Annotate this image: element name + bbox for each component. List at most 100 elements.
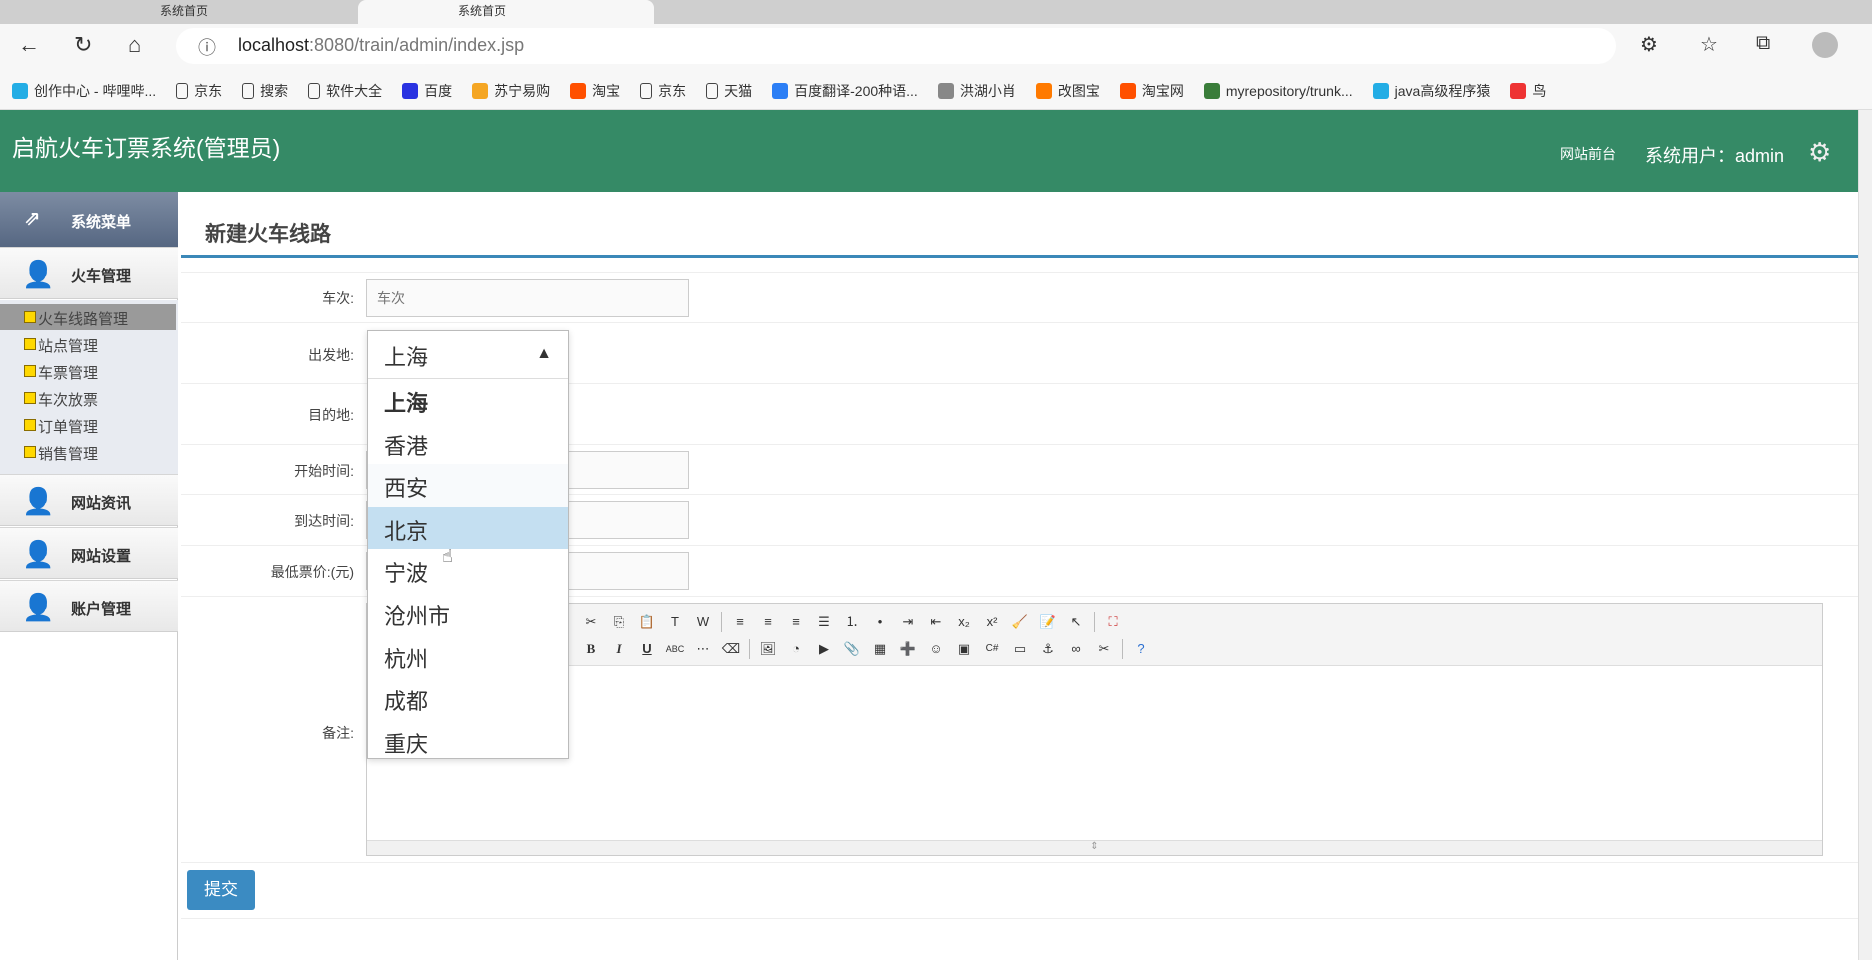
- subscript-icon[interactable]: x₂: [954, 612, 974, 632]
- bold-icon[interactable]: B: [581, 639, 601, 659]
- option[interactable]: 宁波: [368, 549, 568, 592]
- favorites-icon[interactable]: ☆: [1700, 32, 1718, 57]
- option[interactable]: 重庆: [368, 720, 568, 763]
- bookmark-item[interactable]: 创作中心 - 哔哩哔...: [12, 81, 156, 101]
- option[interactable]: 成都: [368, 677, 568, 720]
- option[interactable]: 西安: [368, 464, 568, 507]
- item-label: 订单管理: [38, 419, 99, 436]
- bookmark-item[interactable]: 百度: [402, 81, 452, 101]
- option[interactable]: 沧州市: [368, 592, 568, 635]
- sidebar-group-train[interactable]: 👤 火车管理: [0, 247, 178, 299]
- bookmark-item[interactable]: 淘宝: [570, 81, 620, 101]
- option[interactable]: 杭州: [368, 635, 568, 678]
- sidebar-item-order[interactable]: 订单管理: [20, 412, 174, 438]
- sidebar-item-route[interactable]: 火车线路管理: [0, 304, 176, 330]
- bookmark-item[interactable]: myrepository/trunk...: [1203, 82, 1353, 99]
- divider: [181, 862, 1858, 863]
- copy-icon[interactable]: ⎘: [609, 612, 629, 632]
- bookmark-item[interactable]: 百度翻译-200种语...: [772, 81, 918, 101]
- extensions-icon[interactable]: ⚙: [1640, 32, 1658, 57]
- bookmark-item[interactable]: 京东: [640, 81, 686, 101]
- browser-tab-active[interactable]: 系统首页: [358, 0, 654, 24]
- align-center-icon[interactable]: ≡: [758, 612, 778, 632]
- superscript-icon[interactable]: x²: [982, 612, 1002, 632]
- option[interactable]: 香港: [368, 422, 568, 465]
- page-break-icon[interactable]: ▭: [1010, 639, 1030, 659]
- train-no-input[interactable]: [366, 279, 689, 317]
- code-icon[interactable]: C#: [982, 639, 1002, 659]
- menu-icon: ⇗: [24, 208, 41, 230]
- italic-icon[interactable]: I: [609, 639, 629, 659]
- unlink-icon[interactable]: ✂: [1094, 639, 1114, 659]
- sidebar-item-release[interactable]: 车次放票: [20, 385, 174, 411]
- collections-icon[interactable]: ⧉: [1756, 32, 1770, 55]
- link-icon[interactable]: ∞: [1066, 639, 1086, 659]
- bookmark-item[interactable]: 改图宝: [1035, 81, 1100, 101]
- refresh-icon[interactable]: ↻: [74, 32, 92, 58]
- bookmark-item[interactable]: java高级程序猿: [1372, 81, 1490, 101]
- submit-button[interactable]: 提交: [187, 870, 255, 910]
- unordered-list-icon[interactable]: •: [870, 612, 890, 632]
- indent-icon[interactable]: ⇥: [898, 612, 918, 632]
- sidebar-item-station[interactable]: 站点管理: [20, 331, 174, 357]
- insert-row-icon[interactable]: ➕: [898, 639, 918, 659]
- home-icon[interactable]: ⌂: [128, 32, 141, 58]
- user-icon: 👤: [22, 592, 55, 622]
- item-label: 销售管理: [38, 446, 99, 463]
- fullscreen-icon[interactable]: ⛶: [1103, 612, 1123, 632]
- bookmark-item[interactable]: 鸟: [1510, 81, 1546, 101]
- align-left-icon[interactable]: ≡: [730, 612, 750, 632]
- align-right-icon[interactable]: ≡: [786, 612, 806, 632]
- page-icon: [640, 82, 653, 99]
- sidebar-group-account[interactable]: 👤 账户管理: [0, 580, 178, 632]
- table-icon[interactable]: ▦: [870, 639, 890, 659]
- help-icon[interactable]: ?: [1131, 639, 1151, 659]
- sidebar-item-sales[interactable]: 销售管理: [20, 439, 174, 465]
- bookmark-item[interactable]: 洪湖小肖: [937, 81, 1016, 101]
- site-front-link[interactable]: 网站前台: [1560, 144, 1616, 164]
- sidebar-group-site-settings[interactable]: 👤 网站设置: [0, 527, 178, 579]
- strikethrough-icon[interactable]: ABC: [665, 639, 685, 659]
- justify-icon[interactable]: ☰: [814, 612, 834, 632]
- editor-resize-handle[interactable]: ⇕: [367, 840, 1822, 855]
- paste-word-icon[interactable]: W: [693, 612, 713, 632]
- image-icon[interactable]: ▣: [954, 639, 974, 659]
- bookmark-item[interactable]: 京东: [176, 81, 222, 101]
- paste-text-icon[interactable]: T: [665, 612, 685, 632]
- option-highlighted[interactable]: 北京: [368, 506, 568, 550]
- attachment-icon[interactable]: 📎: [842, 639, 862, 659]
- page-scrollbar[interactable]: [1858, 110, 1872, 960]
- ordered-list-icon[interactable]: ⒈: [842, 612, 862, 632]
- from-select[interactable]: 上海 ▲: [368, 331, 568, 379]
- bookmark-item[interactable]: 天猫: [706, 81, 752, 101]
- eraser-icon[interactable]: ⌫: [721, 639, 741, 659]
- outdent-icon[interactable]: ⇤: [926, 612, 946, 632]
- bookmark-item[interactable]: 苏宁易购: [472, 81, 550, 101]
- bullet-icon: [24, 338, 36, 350]
- clear-format-icon[interactable]: 🧹: [1010, 612, 1030, 632]
- underline-icon[interactable]: U: [637, 639, 657, 659]
- insert-image-icon[interactable]: 🖼: [758, 639, 778, 659]
- from-select-dropdown[interactable]: 上海 ▲ 上海 香港 西安 北京 宁波 沧州市 杭州 成都 重庆: [367, 330, 569, 759]
- pointer-icon[interactable]: ↖: [1066, 612, 1086, 632]
- bookmark-item[interactable]: 搜索: [242, 81, 288, 101]
- bullet-icon: [24, 365, 36, 377]
- flash-icon[interactable]: ◔: [786, 639, 806, 659]
- sidebar-group-news[interactable]: 👤 网站资讯: [0, 474, 178, 526]
- settings-gear-icon[interactable]: ⚙: [1808, 137, 1831, 168]
- cut-icon[interactable]: ✂: [581, 612, 601, 632]
- profile-avatar[interactable]: [1812, 32, 1838, 58]
- address-bar[interactable]: ⓘ localhost:8080/train/admin/index.jsp: [176, 28, 1616, 64]
- select-all-icon[interactable]: 📝: [1038, 612, 1058, 632]
- emoticon-icon[interactable]: ☺: [926, 639, 946, 659]
- browser-tab[interactable]: 系统首页: [60, 0, 356, 24]
- anchor-icon[interactable]: ⚓: [1038, 639, 1058, 659]
- bookmark-item[interactable]: 淘宝网: [1119, 81, 1184, 101]
- horizontal-rule-icon[interactable]: ⋯: [693, 639, 713, 659]
- option[interactable]: 上海: [368, 379, 568, 422]
- back-icon[interactable]: ←: [18, 32, 40, 58]
- media-icon[interactable]: ▶: [814, 639, 834, 659]
- paste-icon[interactable]: 📋: [637, 612, 657, 632]
- sidebar-item-ticket[interactable]: 车票管理: [20, 358, 174, 384]
- bookmark-item[interactable]: 软件大全: [308, 81, 382, 101]
